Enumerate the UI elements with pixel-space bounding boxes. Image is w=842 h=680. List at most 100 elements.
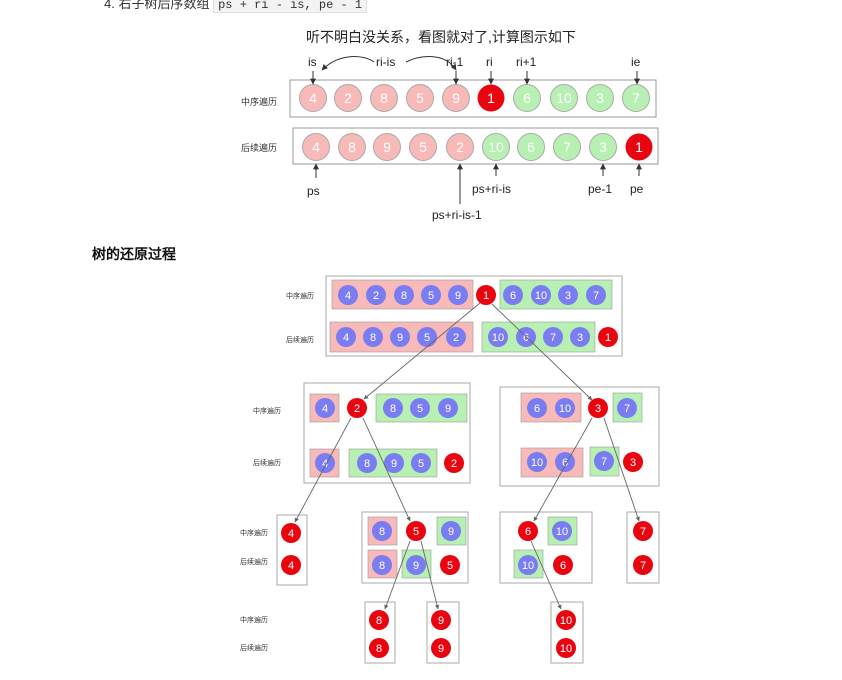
postorder-node-label: 5: [419, 139, 427, 155]
purple-node-label: 6: [523, 332, 529, 344]
root-node-post: 1: [598, 327, 618, 347]
purple-node-label: 8: [370, 332, 376, 344]
inorder-node: 1: [477, 84, 505, 112]
inorder-node-label: 7: [632, 90, 640, 106]
label-ps+ri-is-1: ps+ri-is-1: [432, 208, 482, 222]
inorder-node: 2: [334, 84, 362, 112]
node-4-label: 4: [288, 528, 294, 540]
purple-node-label: 6: [510, 290, 516, 302]
postorder-node-label: 6: [527, 139, 535, 155]
node-5-label: 5: [413, 526, 419, 538]
node-8-label: 8: [376, 615, 382, 627]
postorder-node-label: 2: [456, 139, 464, 155]
purple-node: 3: [570, 327, 590, 347]
node-9-post: 9: [431, 638, 451, 658]
purple-node: 8: [372, 555, 392, 575]
postorder-node: 2: [446, 133, 474, 161]
node-3-post-label: 3: [630, 457, 636, 469]
purple-node: 8: [394, 285, 414, 305]
inorder-node: 6: [513, 84, 541, 112]
purple-node: 10: [488, 327, 508, 347]
level0-inorder-label: 中序遍历: [286, 291, 314, 300]
node-10-post-label: 10: [560, 643, 572, 655]
purple-node: 9: [441, 521, 461, 541]
purple-node: 10: [555, 398, 575, 418]
inorder-node: 8: [370, 84, 398, 112]
postorder-node: 8: [338, 133, 366, 161]
purple-node: 5: [421, 285, 441, 305]
node-9-post-label: 9: [438, 643, 444, 655]
purple-node-label: 7: [601, 456, 607, 468]
node-2-post: 2: [444, 453, 464, 473]
purple-node-label: 8: [379, 560, 385, 572]
purple-node-label: 9: [445, 403, 451, 415]
inorder-node: 7: [622, 84, 650, 112]
label-ps: ps: [307, 184, 320, 198]
postorder-node: 4: [302, 133, 330, 161]
purple-node-label: 7: [593, 290, 599, 302]
label-ie: ie: [631, 55, 641, 69]
purple-node-label: 4: [345, 290, 351, 302]
purple-node: 10: [518, 555, 538, 575]
node-4: 4: [281, 523, 301, 543]
postorder-node: 5: [409, 133, 437, 161]
node-5-post: 5: [440, 555, 460, 575]
purple-node: 9: [438, 398, 458, 418]
inorder-node-label: 9: [452, 90, 460, 106]
purple-node: 8: [357, 453, 377, 473]
node-3-label: 3: [595, 403, 601, 415]
inorder-node-label: 5: [416, 90, 424, 106]
postorder-node: 7: [553, 133, 581, 161]
root-node-label: 1: [483, 290, 489, 302]
inorder-node-label: 6: [523, 90, 531, 106]
node-8-post-label: 8: [376, 643, 382, 655]
inorder-node: 5: [406, 84, 434, 112]
node-7-post: 7: [633, 555, 653, 575]
node-9: 9: [431, 610, 451, 630]
purple-node-label: 5: [424, 332, 430, 344]
postorder-node-label: 8: [348, 139, 356, 155]
node-7: 7: [633, 521, 653, 541]
purple-node-label: 8: [401, 290, 407, 302]
level0-postorder-label: 后续遍历: [286, 335, 314, 344]
label-ps+ri-is: ps+ri-is: [472, 182, 511, 196]
purple-node-label: 7: [624, 403, 630, 415]
purple-node-label: 8: [379, 526, 385, 538]
postorder-node: 6: [517, 133, 545, 161]
purple-node: 5: [411, 453, 431, 473]
postorder-node-label: 3: [599, 139, 607, 155]
postorder-node: 9: [373, 133, 401, 161]
node-3: 3: [588, 398, 608, 418]
purple-node-label: 5: [428, 290, 434, 302]
node-10-post: 10: [556, 638, 576, 658]
inorder-row-label: 中序遍历: [241, 96, 277, 107]
level1-left-postorder-label: 后续遍历: [253, 458, 281, 467]
purple-node-label: 4: [322, 403, 328, 415]
label-ri: ri: [486, 55, 493, 69]
inorder-node-label: 8: [380, 90, 388, 106]
node-6: 6: [518, 521, 538, 541]
purple-node-label: 7: [550, 332, 556, 344]
purple-node: 6: [527, 398, 547, 418]
postorder-node-label: 1: [635, 139, 643, 155]
purple-node-label: 10: [522, 560, 534, 572]
node-2-label: 2: [354, 403, 360, 415]
node-6-post: 6: [553, 555, 573, 575]
label-ri+1: ri+1: [516, 55, 537, 69]
node-10: 10: [556, 610, 576, 630]
node-4-post-label: 4: [288, 560, 294, 572]
level1-left-inorder-label: 中序遍历: [253, 406, 281, 415]
purple-node: 9: [448, 285, 468, 305]
purple-node: 7: [543, 327, 563, 347]
level2-postorder-label: 后续遍历: [240, 557, 268, 566]
node-6-label: 6: [525, 526, 531, 538]
node-7-label: 7: [640, 526, 646, 538]
node-2-post-label: 2: [451, 458, 457, 470]
postorder-node-label: 10: [488, 139, 504, 155]
purple-node-label: 3: [565, 290, 571, 302]
purple-node-label: 2: [373, 290, 379, 302]
purple-node: 9: [406, 555, 426, 575]
label-pe-1: pe-1: [588, 182, 612, 196]
purple-node-label: 10: [556, 526, 568, 538]
purple-node-label: 2: [453, 332, 459, 344]
